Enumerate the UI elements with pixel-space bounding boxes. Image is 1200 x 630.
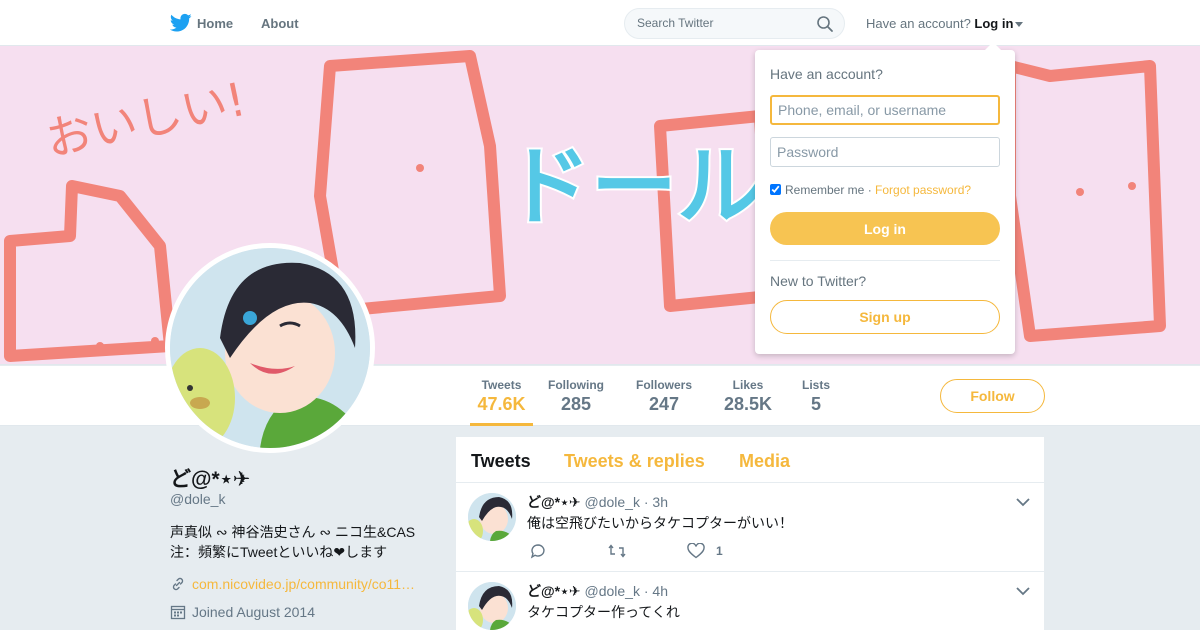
- profile-link-text[interactable]: com.nicovideo.jp/community/co11…: [192, 576, 415, 592]
- like-icon[interactable]: [687, 543, 705, 559]
- profile-joined-text: Joined August 2014: [192, 604, 315, 620]
- stat-value: 247: [648, 394, 680, 414]
- banner-text-dole: ドール: [505, 137, 763, 237]
- chevron-down-icon[interactable]: [1016, 497, 1030, 507]
- remember-me-checkbox[interactable]: [770, 184, 781, 195]
- remember-me-row: Remember me · Forgot password?: [770, 183, 971, 197]
- tweet-text: タケコプター作ってくれ: [527, 604, 680, 620]
- search-box[interactable]: [624, 8, 845, 39]
- login-dropdown-title: Have an account?: [770, 66, 883, 82]
- tweet-dot-separator: ·: [643, 583, 649, 599]
- follow-button[interactable]: Follow: [940, 379, 1045, 413]
- stat-following[interactable]: Following 285: [548, 378, 604, 415]
- username-input[interactable]: [770, 95, 1000, 125]
- account-prompt-text: Have an account?: [866, 16, 971, 31]
- search-input[interactable]: [637, 16, 807, 30]
- timeline: Tweets Tweets & replies Media ど@*⋆✈ @dol…: [456, 437, 1044, 630]
- login-dropdown-toggle[interactable]: Log in: [974, 16, 1024, 31]
- stat-tweets[interactable]: Tweets 47.6K: [470, 378, 533, 426]
- bio-line: 声真似 ∾ 神谷浩史さん ∾ ニコ生&CAS: [170, 524, 416, 540]
- avatar-illustration: [170, 248, 370, 448]
- separator-dot: ·: [864, 183, 876, 197]
- remember-me-label[interactable]: Remember me: [785, 183, 864, 197]
- stat-value: 47.6K: [477, 394, 526, 414]
- tab-media[interactable]: Media: [739, 451, 790, 472]
- stat-label: Lists: [802, 378, 831, 392]
- top-navigation-bar: Home About Have an account? Log in: [0, 0, 1200, 46]
- stat-value: 5: [811, 394, 822, 414]
- bio-line: 注：頻繁にTweetといいね❤します: [170, 544, 388, 560]
- new-to-twitter-text: New to Twitter?: [770, 273, 867, 289]
- tweet-author-handle[interactable]: @dole_k: [584, 494, 639, 510]
- search-icon[interactable]: [816, 15, 834, 33]
- profile-joined: Joined August 2014: [170, 604, 315, 620]
- stat-likes[interactable]: Likes 28.5K: [724, 378, 772, 415]
- tweet-author-handle[interactable]: @dole_k: [584, 583, 639, 599]
- stat-value: 285: [560, 394, 592, 414]
- tweet-timestamp[interactable]: 3h: [652, 494, 668, 510]
- profile-bio: 声真似 ∾ 神谷浩史さん ∾ ニコ生&CAS 注：頻繁にTweetといいね❤しま…: [170, 522, 430, 562]
- chevron-down-icon[interactable]: [1016, 586, 1030, 596]
- password-input[interactable]: [770, 137, 1000, 167]
- tweet-item[interactable]: ど@*⋆✈ @dole_k · 3h 俺は空飛びたいからタケコプターがいい！ 1: [456, 483, 1044, 572]
- tweet-avatar[interactable]: [468, 493, 516, 541]
- caret-down-icon: [1015, 22, 1024, 28]
- stat-label: Likes: [732, 378, 764, 392]
- login-dropdown: Have an account? Remember me · Forgot pa…: [755, 42, 1015, 354]
- tweet-dot-separator: ·: [643, 494, 649, 510]
- banner-text-oishii: おいしい!: [41, 72, 250, 167]
- divider: [770, 260, 1000, 261]
- stat-label: Following: [548, 378, 604, 392]
- tweet-header: ど@*⋆✈ @dole_k · 4h: [527, 581, 668, 601]
- account-prompt: Have an account? Log in: [866, 16, 1024, 31]
- calendar-icon: [170, 605, 186, 620]
- profile-name: ど@*⋆✈: [170, 468, 251, 491]
- twitter-bird-icon[interactable]: [170, 13, 192, 33]
- tweet-actions: 1: [527, 543, 827, 561]
- retweet-icon[interactable]: [607, 543, 627, 559]
- reply-icon[interactable]: [530, 543, 546, 559]
- timeline-tabs: Tweets Tweets & replies Media: [456, 437, 1044, 483]
- signup-button[interactable]: Sign up: [770, 300, 1000, 334]
- login-link-label: Log in: [974, 16, 1014, 31]
- tweet-avatar[interactable]: [468, 582, 516, 630]
- stat-label: Tweets: [481, 378, 522, 392]
- stat-followers[interactable]: Followers 247: [636, 378, 692, 415]
- forgot-password-link[interactable]: Forgot password?: [875, 183, 971, 197]
- stat-value: 28.5K: [724, 394, 773, 414]
- nav-about-link[interactable]: About: [261, 16, 299, 31]
- tab-tweets[interactable]: Tweets: [471, 451, 531, 472]
- profile-link[interactable]: com.nicovideo.jp/community/co11…: [170, 576, 430, 592]
- tab-tweets-and-replies[interactable]: Tweets & replies: [564, 451, 705, 472]
- tweet-text: 俺は空飛びたいからタケコプターがいい！: [527, 515, 793, 531]
- profile-avatar[interactable]: [165, 243, 375, 453]
- tweet-item[interactable]: ど@*⋆✈ @dole_k · 4h タケコプター作ってくれ: [456, 572, 1044, 630]
- login-button[interactable]: Log in: [770, 212, 1000, 245]
- tweet-author-name[interactable]: ど@*⋆✈: [527, 494, 581, 510]
- avatar-illustration: [468, 493, 516, 541]
- link-icon: [172, 577, 184, 591]
- tweet-timestamp[interactable]: 4h: [652, 583, 668, 599]
- avatar-illustration: [468, 582, 516, 630]
- like-count: 1: [716, 544, 723, 558]
- tweet-header: ど@*⋆✈ @dole_k · 3h: [527, 492, 668, 512]
- stat-label: Followers: [636, 378, 693, 392]
- profile-handle[interactable]: @dole_k: [170, 491, 225, 507]
- nav-home-link[interactable]: Home: [197, 16, 233, 31]
- stat-lists[interactable]: Lists 5: [802, 378, 830, 415]
- tweet-author-name[interactable]: ど@*⋆✈: [527, 583, 581, 599]
